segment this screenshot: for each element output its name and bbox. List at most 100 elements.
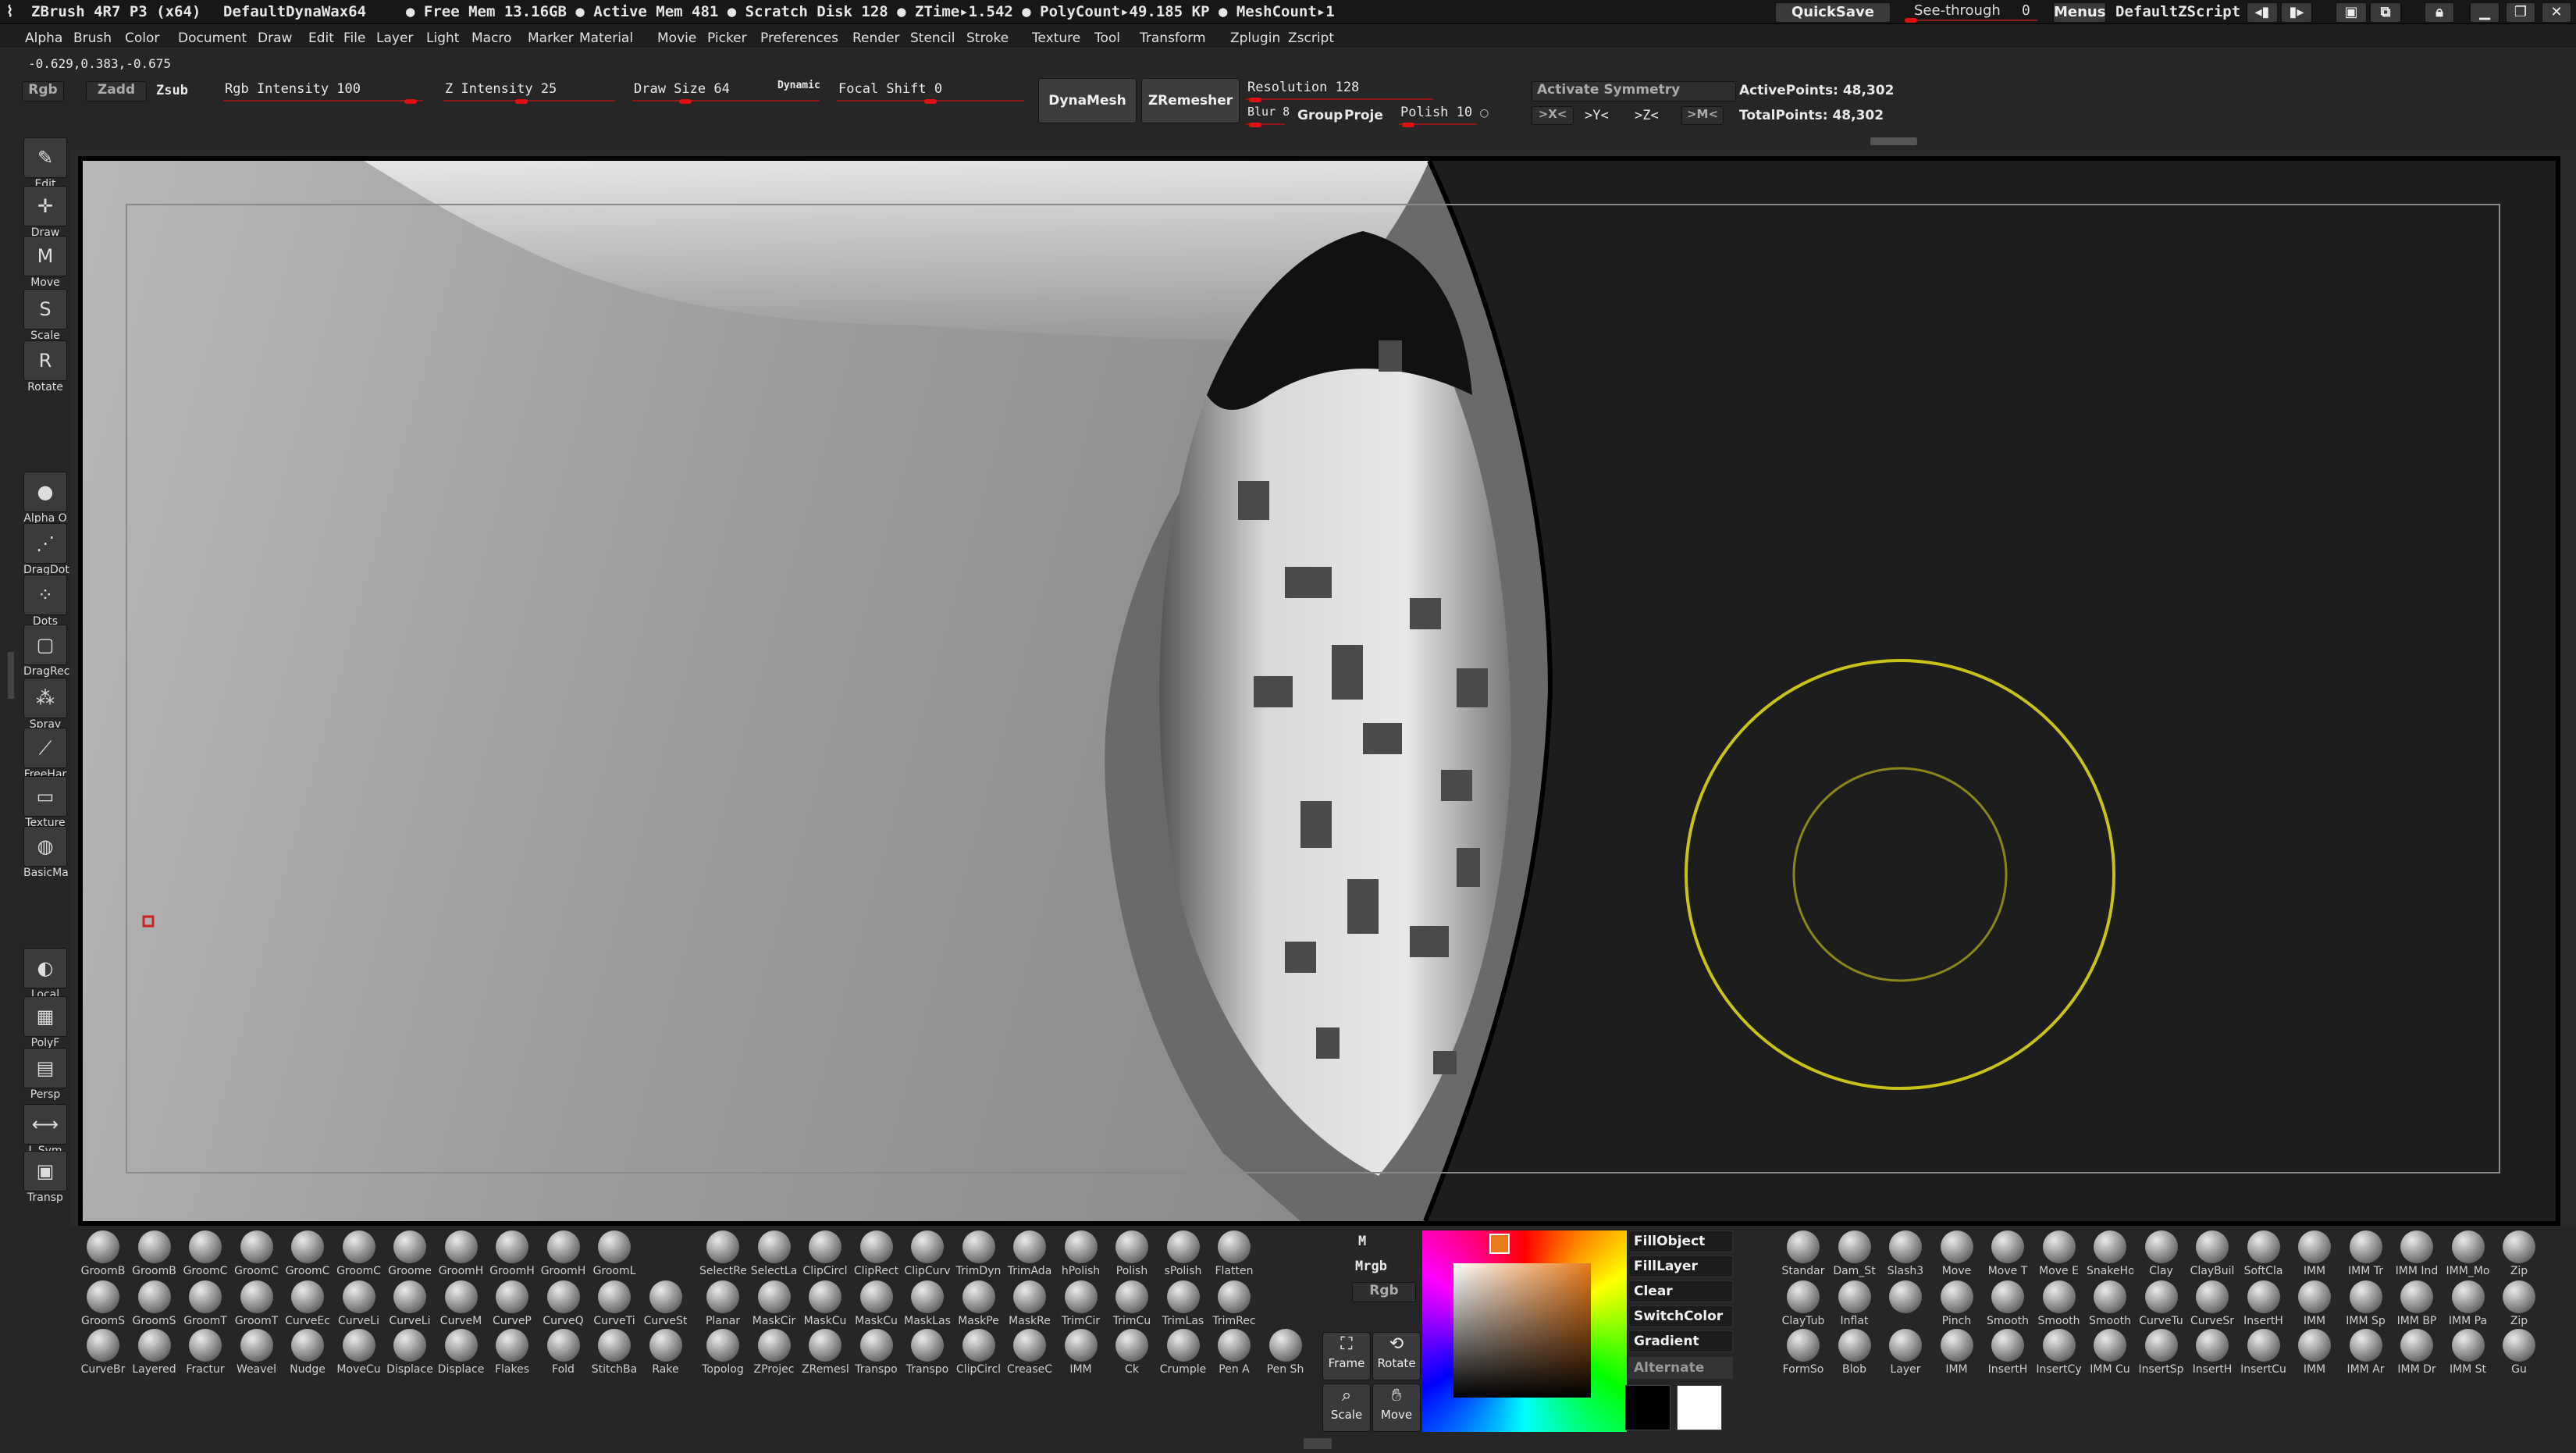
- brush-insertcy[interactable]: InsertCy: [2036, 1329, 2083, 1376]
- fillobject-button[interactable]: FillObject: [1628, 1230, 1733, 1252]
- zadd-toggle[interactable]: Zadd: [86, 81, 147, 101]
- menu-marker[interactable]: Marker: [528, 30, 574, 46]
- minimize-icon[interactable]: ▁: [2470, 2, 2500, 23]
- quicksave-button[interactable]: QuickSave: [1775, 2, 1891, 23]
- brush-displace[interactable]: Displace: [438, 1329, 485, 1376]
- brush-inflat[interactable]: Inflat: [1831, 1280, 1878, 1327]
- rgb-intensity-slider[interactable]: Rgb Intensity 100: [223, 81, 423, 104]
- rotate-button[interactable]: ⟲ Rotate: [1372, 1332, 1421, 1380]
- m-toggle[interactable]: M: [1358, 1234, 1366, 1249]
- brush-inserth[interactable]: InsertH: [2189, 1329, 2236, 1376]
- brush-blank[interactable]: [1882, 1280, 1929, 1315]
- brush-maskcu[interactable]: MaskCu: [802, 1280, 849, 1327]
- close-icon[interactable]: ✕: [2542, 2, 2571, 23]
- project-toggle[interactable]: Proje: [1344, 108, 1383, 123]
- focal-shift-slider[interactable]: Focal Shift 0: [837, 81, 1024, 104]
- tool-basicma[interactable]: ◍ BasicMa: [23, 826, 69, 879]
- tool-draw[interactable]: ✛ Draw: [23, 186, 67, 239]
- brush-grooml[interactable]: GroomL: [591, 1230, 638, 1277]
- brush-move-e[interactable]: Move E: [2036, 1230, 2083, 1277]
- brush-imm[interactable]: IMM: [2291, 1329, 2338, 1376]
- menu-render[interactable]: Render: [852, 30, 900, 46]
- bottom-tray-handle[interactable]: [1304, 1438, 1332, 1449]
- menu-layer[interactable]: Layer: [376, 30, 413, 46]
- brush-curveec[interactable]: CurveEc: [284, 1280, 331, 1327]
- brush-rake[interactable]: Rake: [642, 1329, 689, 1376]
- brush-fractur[interactable]: Fractur: [182, 1329, 229, 1376]
- tool-dragdot[interactable]: ⋰ DragDot: [23, 523, 69, 576]
- brush-move[interactable]: Move: [1934, 1230, 1980, 1277]
- tool-scale[interactable]: S Scale: [23, 289, 67, 342]
- zsub-toggle[interactable]: Zsub: [156, 83, 188, 98]
- brush-layered[interactable]: Layered: [131, 1329, 178, 1376]
- brush-groomt[interactable]: GroomT: [233, 1280, 280, 1327]
- brush-grooms[interactable]: GroomS: [80, 1280, 126, 1327]
- brush-clipcircl[interactable]: ClipCircl: [955, 1329, 1002, 1376]
- menu-brush[interactable]: Brush: [73, 30, 112, 46]
- brush-selectre[interactable]: SelectRe: [699, 1230, 746, 1277]
- brush-gu[interactable]: Gu: [2496, 1329, 2542, 1376]
- brush-fold[interactable]: Fold: [540, 1329, 587, 1376]
- polish-circle-icon[interactable]: ○: [1480, 105, 1489, 121]
- brush-nudge[interactable]: Nudge: [284, 1329, 331, 1376]
- brush-curvep[interactable]: CurveP: [489, 1280, 535, 1327]
- left-tray-handle[interactable]: [8, 652, 14, 699]
- brush-imm[interactable]: IMM: [1058, 1329, 1105, 1376]
- tool-move[interactable]: M Move: [23, 236, 67, 289]
- brush-move-t[interactable]: Move T: [1984, 1230, 2031, 1277]
- brush-clipcurv[interactable]: ClipCurv: [904, 1230, 951, 1277]
- tool-freehar[interactable]: ⟋ FreeHar: [23, 728, 67, 781]
- z-intensity-slider[interactable]: Z Intensity 25: [443, 81, 615, 104]
- brush-zip[interactable]: Zip: [2496, 1230, 2542, 1277]
- prev-layout-icon[interactable]: ◂▮: [2247, 2, 2278, 23]
- next-layout-icon[interactable]: ▮▸: [2281, 2, 2312, 23]
- brush-groomc[interactable]: GroomC: [182, 1230, 229, 1277]
- menu-zscript[interactable]: Zscript: [1288, 30, 1334, 46]
- tool-persp[interactable]: ▤ Persp: [23, 1048, 67, 1101]
- clear-button[interactable]: Clear: [1628, 1280, 1733, 1302]
- switchcolor-button[interactable]: SwitchColor: [1628, 1305, 1733, 1327]
- brush-smooth[interactable]: Smooth: [1984, 1280, 2031, 1327]
- group-toggle[interactable]: Group: [1297, 108, 1343, 123]
- brush-trimlas[interactable]: TrimLas: [1160, 1280, 1207, 1327]
- brush-groomh[interactable]: GroomH: [489, 1230, 535, 1277]
- brush-trimcu[interactable]: TrimCu: [1108, 1280, 1155, 1327]
- color-picker[interactable]: [1422, 1230, 1627, 1432]
- brush-transpo[interactable]: Transpo: [853, 1329, 900, 1376]
- brush-curvest[interactable]: CurveSt: [642, 1280, 689, 1327]
- brush-displace[interactable]: Displace: [386, 1329, 433, 1376]
- menu-movie[interactable]: Movie: [657, 30, 696, 46]
- brush-polish[interactable]: Polish: [1108, 1230, 1155, 1277]
- brush-curveli[interactable]: CurveLi: [336, 1280, 382, 1327]
- shelf-scrollbar[interactable]: [1870, 137, 1917, 145]
- menu-stencil[interactable]: Stencil: [910, 30, 955, 46]
- brush-masklas[interactable]: MaskLas: [904, 1280, 951, 1327]
- brush-maskre[interactable]: MaskRe: [1006, 1280, 1053, 1327]
- tool-local[interactable]: ◐ Local: [23, 948, 67, 1001]
- restore-icon[interactable]: ❐: [2506, 2, 2535, 23]
- brush-selectla[interactable]: SelectLa: [751, 1230, 798, 1277]
- brush-inserth[interactable]: InsertH: [1984, 1329, 2031, 1376]
- brush-maskcu[interactable]: MaskCu: [853, 1280, 900, 1327]
- brush-maskcir[interactable]: MaskCir: [751, 1280, 798, 1327]
- tool-spray[interactable]: ⁂ Spray: [23, 678, 67, 731]
- brush-cliprect[interactable]: ClipRect: [853, 1230, 900, 1277]
- brush-zprojec[interactable]: ZProjec: [751, 1329, 798, 1376]
- brush-slash3[interactable]: Slash3: [1882, 1230, 1929, 1277]
- tool-dragrec[interactable]: ▢ DragRec: [23, 625, 69, 678]
- menu-light[interactable]: Light: [426, 30, 459, 46]
- seethrough-slider[interactable]: See-through 0: [1905, 2, 2045, 23]
- lock-icon[interactable]: 🔒︎: [2425, 2, 2454, 23]
- primary-color-swatch[interactable]: [1625, 1385, 1670, 1430]
- brush-smooth[interactable]: Smooth: [2036, 1280, 2083, 1327]
- zremesher-button[interactable]: ZRemesher: [1141, 78, 1240, 123]
- brush-imm-sp[interactable]: IMM Sp: [2343, 1280, 2389, 1327]
- brush-curveq[interactable]: CurveQ: [540, 1280, 587, 1327]
- brush-topolog[interactable]: Topolog: [699, 1329, 746, 1376]
- dynamesh-button[interactable]: DynaMesh: [1038, 78, 1137, 123]
- tool-texture[interactable]: ▭ Texture: [23, 776, 67, 829]
- brush-imm[interactable]: IMM: [2291, 1280, 2338, 1327]
- brush-curvebr[interactable]: CurveBr: [80, 1329, 126, 1376]
- brush-layer[interactable]: Layer: [1882, 1329, 1929, 1376]
- tool-polyf[interactable]: ▦ PolyF: [23, 996, 67, 1049]
